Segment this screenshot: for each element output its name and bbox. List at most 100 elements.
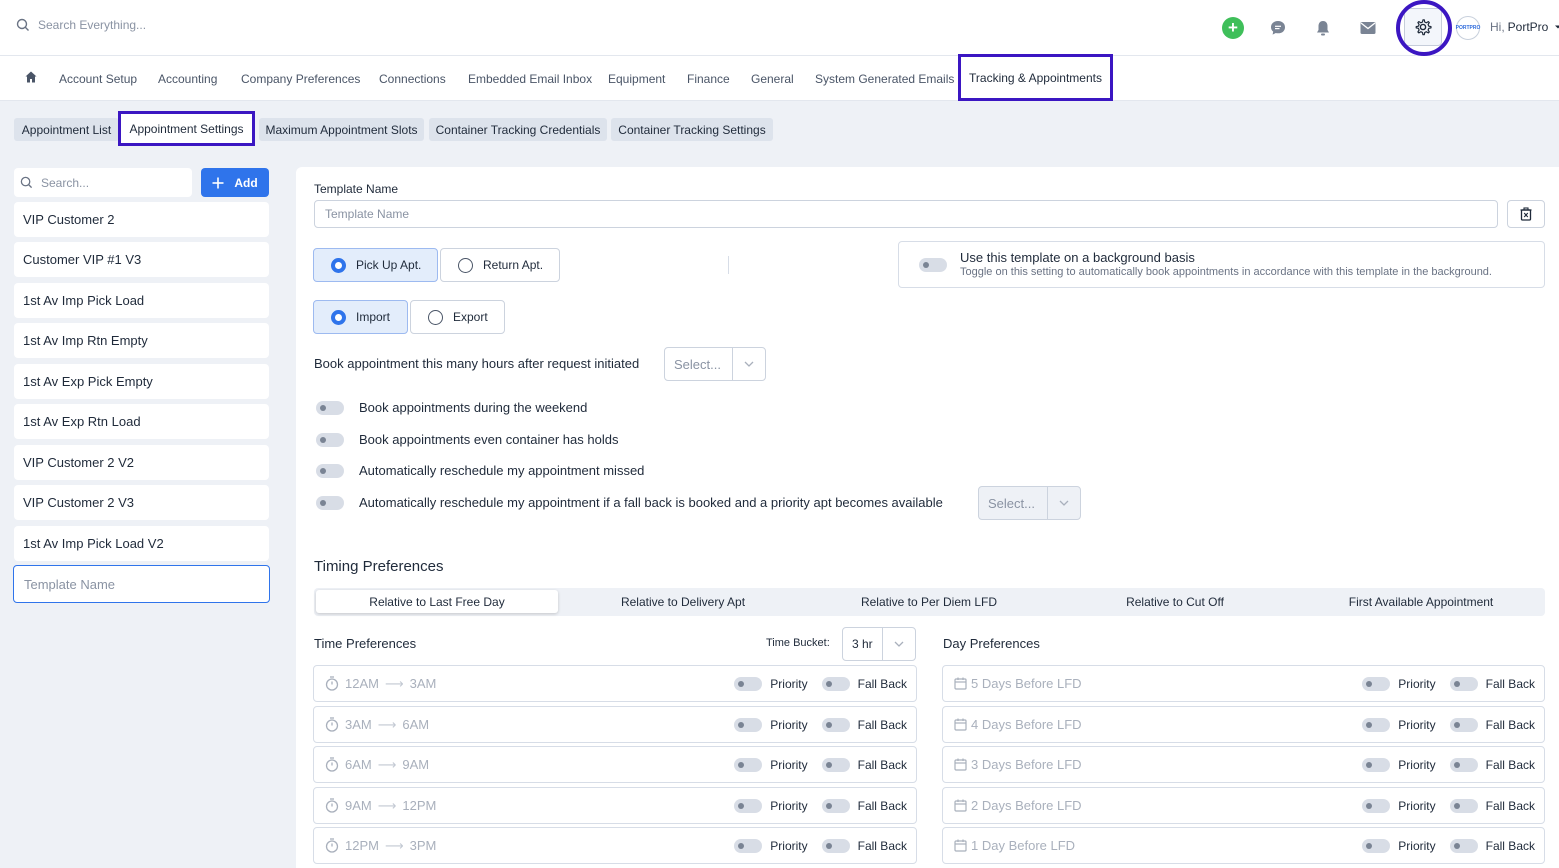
template-item[interactable]: VIP Customer 2 [14, 202, 269, 237]
arrow-right-icon: ⟶ [384, 675, 404, 691]
timing-tab-last-free-day[interactable]: Relative to Last Free Day [316, 590, 558, 613]
time-pref-controls: Priority Fall Back [734, 757, 916, 772]
fallback-label: Fall Back [1485, 798, 1535, 813]
priority-toggle[interactable] [734, 798, 763, 813]
fallback-toggle[interactable] [1449, 717, 1478, 732]
chat-icon[interactable] [1266, 16, 1290, 40]
template-search[interactable]: Search... [14, 168, 192, 197]
time-bucket-select[interactable]: 3 hr [842, 627, 916, 661]
background-basis-toggle[interactable] [919, 258, 947, 272]
timing-tab-first-available[interactable]: First Available Appointment [1300, 590, 1542, 613]
export-option[interactable]: Export [410, 300, 505, 334]
arrow-right-icon: ⟶ [377, 756, 397, 772]
user-menu[interactable]: Hi, PortPro [1490, 20, 1559, 34]
priority-label: Priority [1398, 717, 1436, 732]
global-search[interactable]: Search Everything... [16, 18, 146, 32]
fallback-toggle[interactable] [1449, 757, 1478, 772]
global-search-placeholder[interactable]: Search Everything... [38, 18, 146, 32]
priority-toggle[interactable] [1362, 757, 1391, 772]
fallback-toggle[interactable] [1449, 676, 1478, 691]
subtab-maximum-appointment-slots[interactable]: Maximum Appointment Slots [259, 118, 424, 141]
subtab-container-tracking-settings[interactable]: Container Tracking Settings [611, 118, 773, 141]
template-item[interactable]: Customer VIP #1 V3 [14, 242, 269, 277]
priority-toggle[interactable] [734, 676, 763, 691]
template-item[interactable]: 1st Av Exp Rtn Load [14, 404, 269, 439]
bell-icon[interactable] [1311, 16, 1335, 40]
settings-button[interactable] [1404, 8, 1442, 46]
timing-preferences-title: Timing Preferences [314, 558, 444, 575]
template-item[interactable]: VIP Customer 2 V3 [14, 485, 269, 520]
fallback-label: Fall Back [857, 717, 907, 732]
subtab-container-tracking-credentials[interactable]: Container Tracking Credentials [429, 118, 607, 141]
fallback-toggle[interactable] [821, 798, 850, 813]
nav-embedded-email-inbox[interactable]: Embedded Email Inbox [468, 72, 592, 86]
mail-icon[interactable] [1356, 16, 1380, 40]
nav-system-generated-emails[interactable]: System Generated Emails [815, 72, 954, 86]
fallback-toggle[interactable] [1449, 838, 1478, 853]
import-option[interactable]: Import [313, 300, 408, 334]
timing-tab-cut-off[interactable]: Relative to Cut Off [1054, 590, 1296, 613]
day-preferences-title: Day Preferences [943, 636, 1040, 651]
priority-toggle[interactable] [1362, 798, 1391, 813]
return-apt-option[interactable]: Return Apt. [440, 248, 560, 282]
timing-tab-delivery-apt[interactable]: Relative to Delivery Apt [562, 590, 804, 613]
timing-tab-per-diem-lfd[interactable]: Relative to Per Diem LFD [808, 590, 1050, 613]
new-template-name-input[interactable]: Template Name [13, 565, 270, 603]
reschedule-select[interactable]: Select... [978, 486, 1081, 520]
priority-label: Priority [1398, 798, 1436, 813]
nav-connections[interactable]: Connections [379, 72, 446, 86]
priority-toggle[interactable] [1362, 838, 1391, 853]
calendar-icon [954, 799, 967, 812]
subtab-appointment-list[interactable]: Appointment List [14, 118, 119, 141]
fallback-toggle[interactable] [821, 717, 850, 732]
fallback-toggle[interactable] [1449, 798, 1478, 813]
reschedule-fallback-toggle[interactable] [316, 495, 344, 510]
add-template-button[interactable]: Add [201, 168, 269, 197]
nav-accounting[interactable]: Accounting [158, 72, 217, 86]
avatar[interactable]: PORTPRO [1456, 16, 1480, 40]
nav-equipment[interactable]: Equipment [608, 72, 665, 86]
priority-toggle[interactable] [734, 757, 763, 772]
fallback-label: Fall Back [857, 798, 907, 813]
background-basis-description: Toggle on this setting to automatically … [960, 266, 1492, 278]
fallback-toggle[interactable] [821, 676, 850, 691]
nav-company-preferences[interactable]: Company Preferences [241, 72, 360, 86]
holds-toggle-label: Book appointments even container has hol… [359, 432, 619, 447]
subtab-appointment-settings[interactable]: Appointment Settings [118, 111, 255, 146]
template-item[interactable]: VIP Customer 2 V2 [14, 445, 269, 480]
template-item[interactable]: 1st Av Imp Rtn Empty [14, 323, 269, 358]
template-item[interactable]: 1st Av Exp Pick Empty [14, 364, 269, 399]
reschedule-missed-toggle[interactable] [316, 463, 344, 478]
fallback-toggle[interactable] [821, 757, 850, 772]
day-pref-controls: Priority Fall Back [1362, 717, 1544, 732]
time-bucket-value: 3 hr [852, 637, 873, 651]
day-pref-controls: Priority Fall Back [1362, 798, 1544, 813]
nav-finance[interactable]: Finance [687, 72, 730, 86]
top-bar: Search Everything... + PORTPRO Hi, PortP… [0, 0, 1559, 56]
book-hours-select[interactable]: Select... [664, 347, 766, 381]
nav-account-setup[interactable]: Account Setup [59, 72, 137, 86]
priority-toggle[interactable] [1362, 676, 1391, 691]
day-pref-row: 1 Day Before LFD Priority Fall Back [942, 827, 1545, 864]
template-item[interactable]: 1st Av Imp Pick Load V2 [14, 526, 269, 561]
priority-toggle[interactable] [734, 717, 763, 732]
holds-toggle[interactable] [316, 432, 344, 447]
day-pref-controls: Priority Fall Back [1362, 838, 1544, 853]
nav-general[interactable]: General [751, 72, 794, 86]
import-label: Import [356, 310, 391, 324]
time-to: 3AM [409, 676, 437, 691]
template-search-placeholder[interactable]: Search... [41, 176, 89, 190]
fallback-toggle[interactable] [821, 838, 850, 853]
priority-toggle[interactable] [1362, 717, 1391, 732]
priority-toggle[interactable] [734, 838, 763, 853]
home-icon[interactable] [24, 70, 38, 87]
delete-template-button[interactable] [1507, 200, 1545, 228]
toggle-row: Automatically reschedule my appointment … [316, 463, 644, 478]
add-template-label: Add [234, 175, 258, 190]
add-icon[interactable]: + [1221, 16, 1245, 40]
weekend-toggle[interactable] [316, 400, 344, 415]
pickup-apt-option[interactable]: Pick Up Apt. [313, 248, 438, 282]
template-name-input[interactable]: Template Name [314, 200, 1498, 228]
nav-tracking-appointments[interactable]: Tracking & Appointments [958, 54, 1113, 101]
template-item[interactable]: 1st Av Imp Pick Load [14, 283, 269, 318]
